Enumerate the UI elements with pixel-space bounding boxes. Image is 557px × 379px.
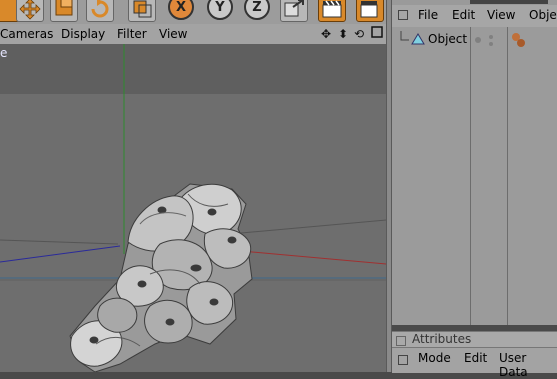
attributes-menu-grip-icon [398, 354, 408, 368]
menu-grip-icon [398, 9, 408, 23]
menu-view[interactable]: View [487, 8, 515, 22]
object-row[interactable]: Object [392, 31, 557, 49]
viewport-scene [0, 44, 386, 372]
zoom-view-icon[interactable]: ⬍ [338, 27, 348, 41]
move-tool-button[interactable] [16, 0, 44, 22]
cube-icon [133, 0, 152, 18]
menu-cameras[interactable]: Cameras [0, 27, 53, 41]
rotate-icon [91, 0, 109, 18]
viewport-menubar: Cameras Display Filter View ✥ ⬍ ⟲ [0, 24, 390, 45]
menu-mode[interactable]: Mode [418, 351, 451, 365]
attributes-menubar: Mode Edit User Data [392, 347, 557, 379]
menu-edit[interactable]: Edit [452, 8, 475, 22]
object-name[interactable]: Object [428, 32, 467, 46]
z-axis-line [0, 245, 121, 263]
scale-tool-button[interactable] [50, 0, 78, 22]
material-tag-icon[interactable] [511, 32, 527, 51]
scale-icon [55, 0, 73, 16]
maximize-view-icon[interactable] [371, 26, 383, 41]
move-icon [19, 0, 41, 20]
menu-objects[interactable]: Obje [529, 8, 557, 22]
rotate-tool-button[interactable] [86, 0, 114, 22]
menu-filter[interactable]: Filter [117, 27, 147, 41]
x-axis-button[interactable]: X [168, 0, 194, 20]
attributes-titlebar: Attributes [392, 331, 557, 348]
column-separator [507, 27, 508, 325]
render-settings-button[interactable] [356, 0, 384, 22]
main-toolbar: X Y Z [0, 0, 390, 24]
3d-viewport[interactable]: e [0, 44, 386, 372]
column-separator [470, 27, 471, 325]
coordinate-system-icon [284, 0, 304, 17]
coordinate-system-button[interactable] [280, 0, 308, 22]
menu-view[interactable]: View [159, 27, 187, 41]
null-object-icon [411, 32, 425, 49]
tree-connector [400, 31, 410, 48]
object-manager-menubar: File Edit View Obje [392, 5, 557, 27]
x-axis-line [229, 249, 386, 265]
object-manager-tab[interactable] [470, 0, 548, 4]
menu-edit-attributes[interactable]: Edit [464, 351, 487, 365]
grid-line [229, 219, 386, 235]
rotate-view-icon[interactable]: ⟲ [354, 27, 364, 41]
z-axis-button[interactable]: Z [244, 0, 270, 20]
menu-user-data[interactable]: User Data [499, 351, 557, 379]
grid-line [0, 239, 119, 245]
object-manager-list[interactable]: Object [392, 27, 557, 325]
model-mode-button[interactable] [128, 0, 156, 22]
menu-file[interactable]: File [418, 8, 438, 22]
menu-display[interactable]: Display [61, 27, 105, 41]
pan-view-icon[interactable]: ✥ [321, 27, 331, 41]
render-view-button[interactable] [318, 0, 346, 22]
clapperboard-settings-icon [360, 1, 378, 18]
y-axis-button[interactable]: Y [207, 0, 233, 20]
attributes-title: Attributes [412, 332, 472, 346]
visibility-dots-icon[interactable] [474, 35, 498, 50]
clapperboard-icon [322, 0, 342, 18]
